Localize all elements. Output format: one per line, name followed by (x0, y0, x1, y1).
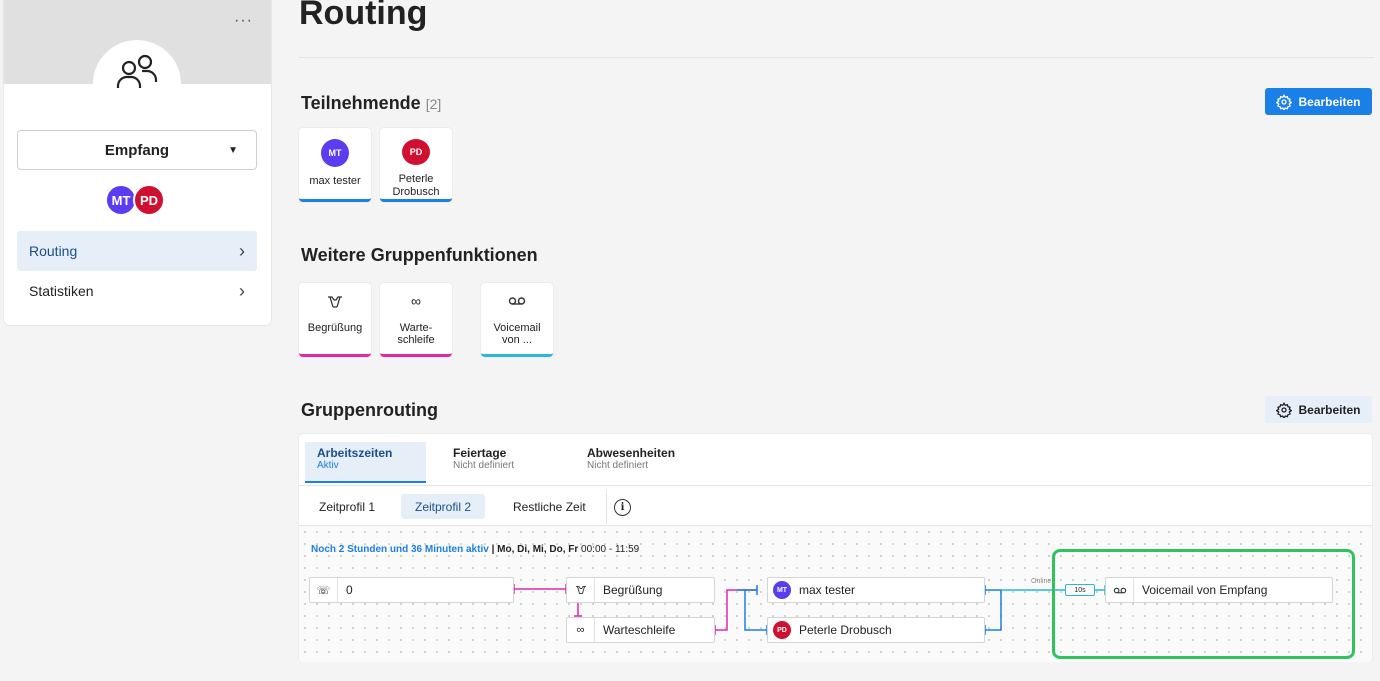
gear-icon (1276, 93, 1293, 110)
routing-panel: Arbeitszeiten Aktiv Feiertage Nicht defi… (299, 434, 1372, 662)
function-card-queue[interactable]: ∞ Warte- schleife (380, 283, 452, 357)
member-node[interactable]: MT max tester (767, 577, 985, 603)
tab-zeitprofil-1[interactable]: Zeitprofil 1 (305, 494, 389, 519)
sidebar-item-statistiken[interactable]: Statistiken › (17, 271, 257, 311)
sidebar-item-label: Statistiken (29, 283, 94, 299)
tab-subtitle: Nicht definiert (587, 460, 649, 471)
participant-card[interactable]: PD Peterle Drobusch (380, 128, 452, 202)
node-label: Peterle Drobusch (799, 623, 892, 637)
edit-label: Bearbeiten (1298, 402, 1361, 417)
group-avatar (93, 40, 181, 128)
phone-icon: ☏ (310, 578, 338, 602)
routing-canvas: Noch 2 Stunden und 36 Minuten aktiv | Mo… (299, 525, 1372, 662)
functions-heading: Weitere Gruppenfunktionen (301, 245, 538, 265)
bottom-bar (0, 662, 1380, 681)
tab-abwesenheiten[interactable]: Abwesenheiten Nicht definiert (575, 442, 687, 483)
online-label: Online (1031, 578, 1052, 585)
node-label: Warteschleife (603, 623, 676, 637)
timeout-badge: 10s (1065, 584, 1095, 596)
participants-count: [2] (425, 96, 442, 112)
infinity-icon: ∞ (411, 293, 421, 309)
greeting-node[interactable]: Begrüßung (566, 577, 715, 603)
divider (299, 485, 1372, 486)
infinity-icon: ∞ (567, 618, 595, 642)
node-label: 0 (346, 583, 353, 597)
divider (299, 57, 1374, 58)
info-icon[interactable]: i (614, 499, 631, 516)
participants-title: Teilnehmende (301, 93, 421, 113)
edit-routing-button[interactable]: Bearbeiten (1265, 396, 1372, 423)
participant-card[interactable]: MT max tester (299, 128, 371, 202)
tab-restliche-zeit[interactable]: Restliche Zeit (499, 494, 600, 519)
voicemail-icon (1106, 578, 1134, 602)
tab-title: Abwesenheiten (587, 446, 676, 460)
divider (606, 490, 607, 524)
tab-zeitprofil-2[interactable]: Zeitprofil 2 (401, 494, 486, 519)
page-title: Routing (299, 0, 428, 32)
tab-title: Feiertage (453, 446, 507, 460)
avatar: MT (773, 581, 791, 599)
tab-title: Arbeitszeiten (317, 446, 393, 460)
incoming-call-node[interactable]: ☏ 0 (309, 577, 514, 603)
function-label: Voicemail von ... (493, 322, 541, 346)
tab-subtitle: Aktiv (317, 460, 339, 471)
avatar: PD (773, 621, 791, 639)
greeting-icon (327, 295, 343, 319)
routing-heading: Gruppenrouting (301, 400, 438, 420)
member-avatars: MT PD (105, 184, 165, 216)
chevron-right-icon: › (239, 240, 245, 261)
gear-icon (1276, 401, 1293, 418)
member-node[interactable]: PD Peterle Drobusch (767, 617, 985, 643)
participant-name: max tester (309, 175, 361, 187)
tab-subtitle: Nicht definiert (453, 460, 515, 471)
group-icon (116, 54, 158, 88)
sidebar: ··· Empfang ▼ MT PD Routing › Statistike… (4, 0, 271, 325)
avatar: PD (133, 184, 165, 216)
edit-label: Bearbeiten (1298, 94, 1361, 109)
tab-feiertage[interactable]: Feiertage Nicht definiert (441, 442, 526, 483)
edit-participants-button[interactable]: Bearbeiten (1265, 88, 1372, 115)
chevron-right-icon: › (239, 280, 245, 301)
participants-heading: Teilnehmende [2] (301, 93, 441, 114)
participant-name: Peterle Drobusch (392, 173, 440, 198)
group-select[interactable]: Empfang ▼ (17, 130, 257, 170)
sidebar-item-label: Routing (29, 243, 78, 259)
group-select-value: Empfang (104, 141, 170, 159)
more-options-icon[interactable]: ··· (234, 12, 253, 30)
function-card-greeting[interactable]: Begrüßung (299, 283, 371, 357)
tab-arbeitszeiten[interactable]: Arbeitszeiten Aktiv (305, 442, 426, 483)
avatar: PD (402, 139, 430, 165)
sidebar-item-routing[interactable]: Routing › (17, 231, 257, 271)
caret-down-icon: ▼ (228, 145, 238, 156)
node-label: Voicemail von Empfang (1142, 583, 1268, 597)
function-card-voicemail[interactable]: Voicemail von ... (481, 283, 553, 357)
function-label: Begrüßung (307, 322, 363, 334)
greeting-icon (567, 578, 595, 602)
queue-node[interactable]: ∞ Warteschleife (566, 617, 715, 643)
node-label: max tester (799, 583, 856, 597)
avatar: MT (321, 139, 349, 167)
voicemail-node[interactable]: Voicemail von Empfang (1105, 577, 1333, 603)
function-label: Warte- schleife (397, 322, 435, 346)
voicemail-icon (508, 295, 526, 319)
node-label: Begrüßung (603, 583, 663, 597)
